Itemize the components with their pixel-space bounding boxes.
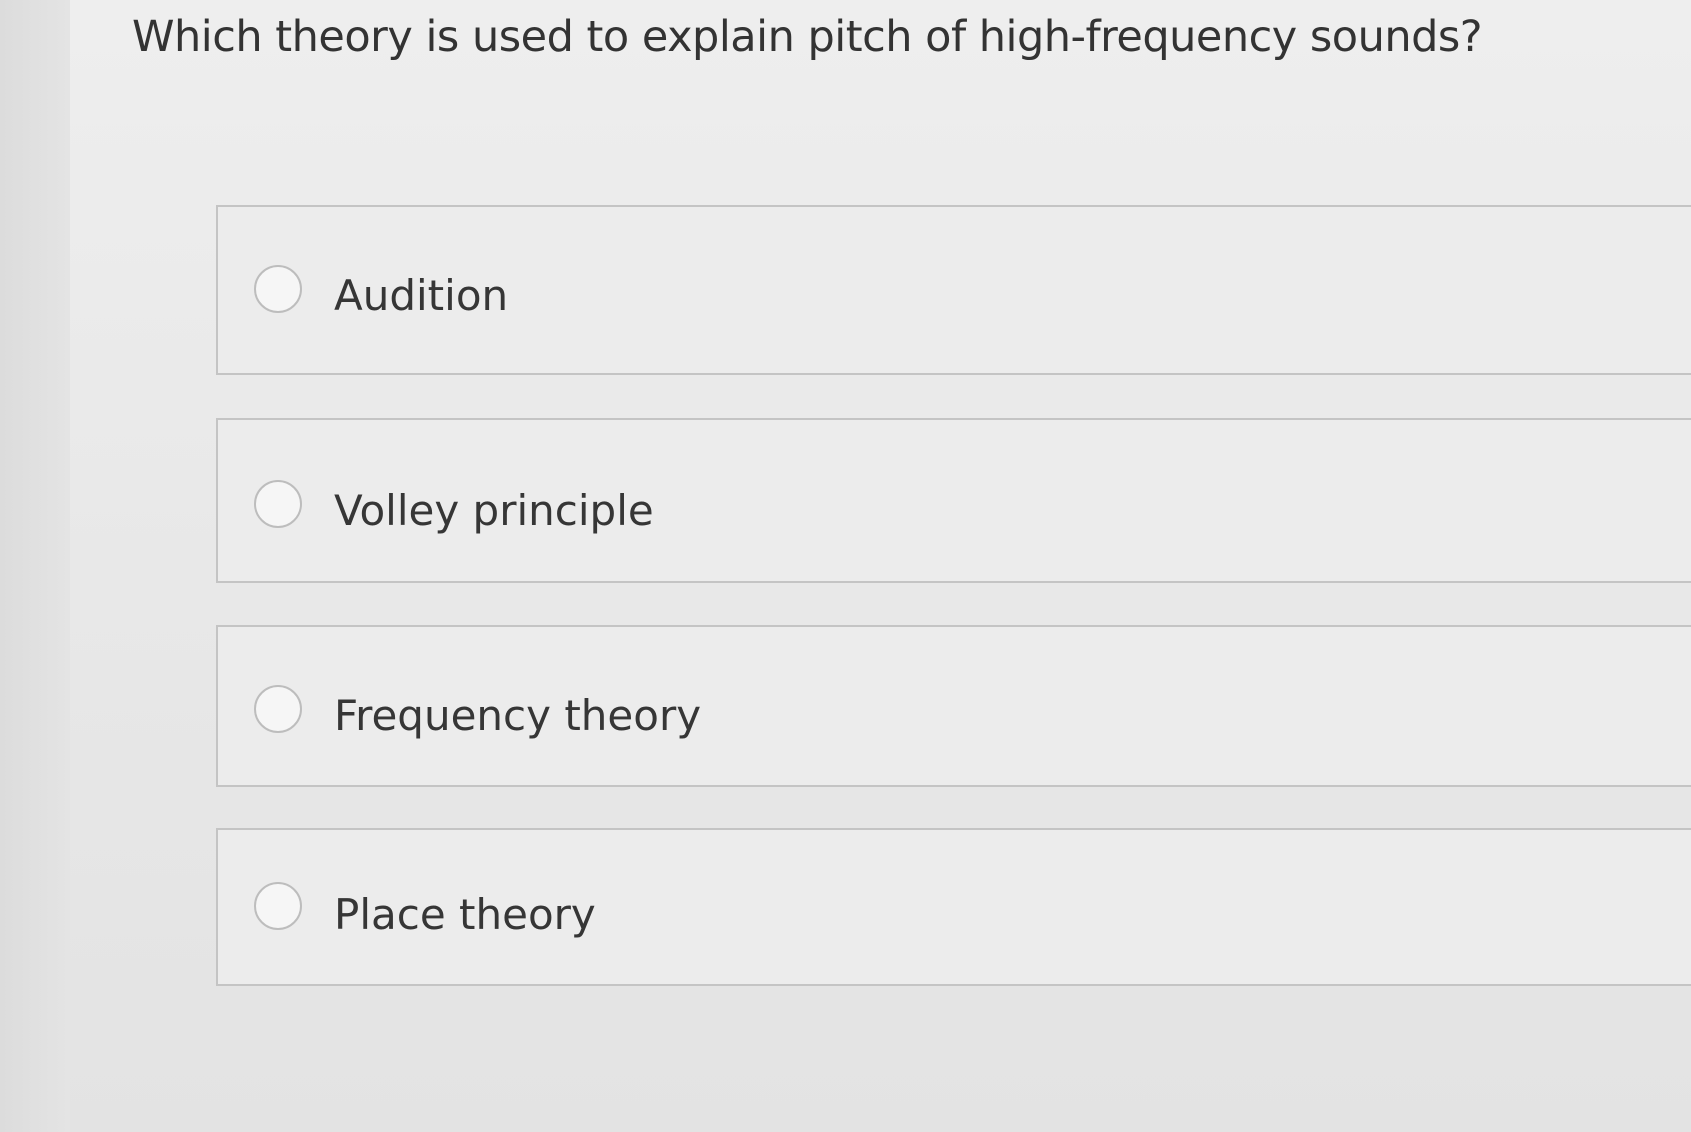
answer-option-place-theory[interactable]: Place theory (216, 828, 1691, 986)
answer-option-audition[interactable]: Audition (216, 205, 1691, 375)
answer-option-label: Frequency theory (334, 691, 702, 740)
question-text: Which theory is used to explain pitch of… (132, 12, 1483, 62)
radio-button-icon[interactable] (254, 265, 302, 313)
left-margin-strip (0, 0, 70, 1132)
answer-option-label: Volley principle (334, 486, 654, 535)
answer-option-frequency-theory[interactable]: Frequency theory (216, 625, 1691, 787)
radio-button-icon[interactable] (254, 882, 302, 930)
radio-button-icon[interactable] (254, 685, 302, 733)
answer-option-volley-principle[interactable]: Volley principle (216, 418, 1691, 583)
answer-option-label: Audition (334, 271, 509, 320)
radio-button-icon[interactable] (254, 480, 302, 528)
answer-option-label: Place theory (334, 890, 596, 939)
